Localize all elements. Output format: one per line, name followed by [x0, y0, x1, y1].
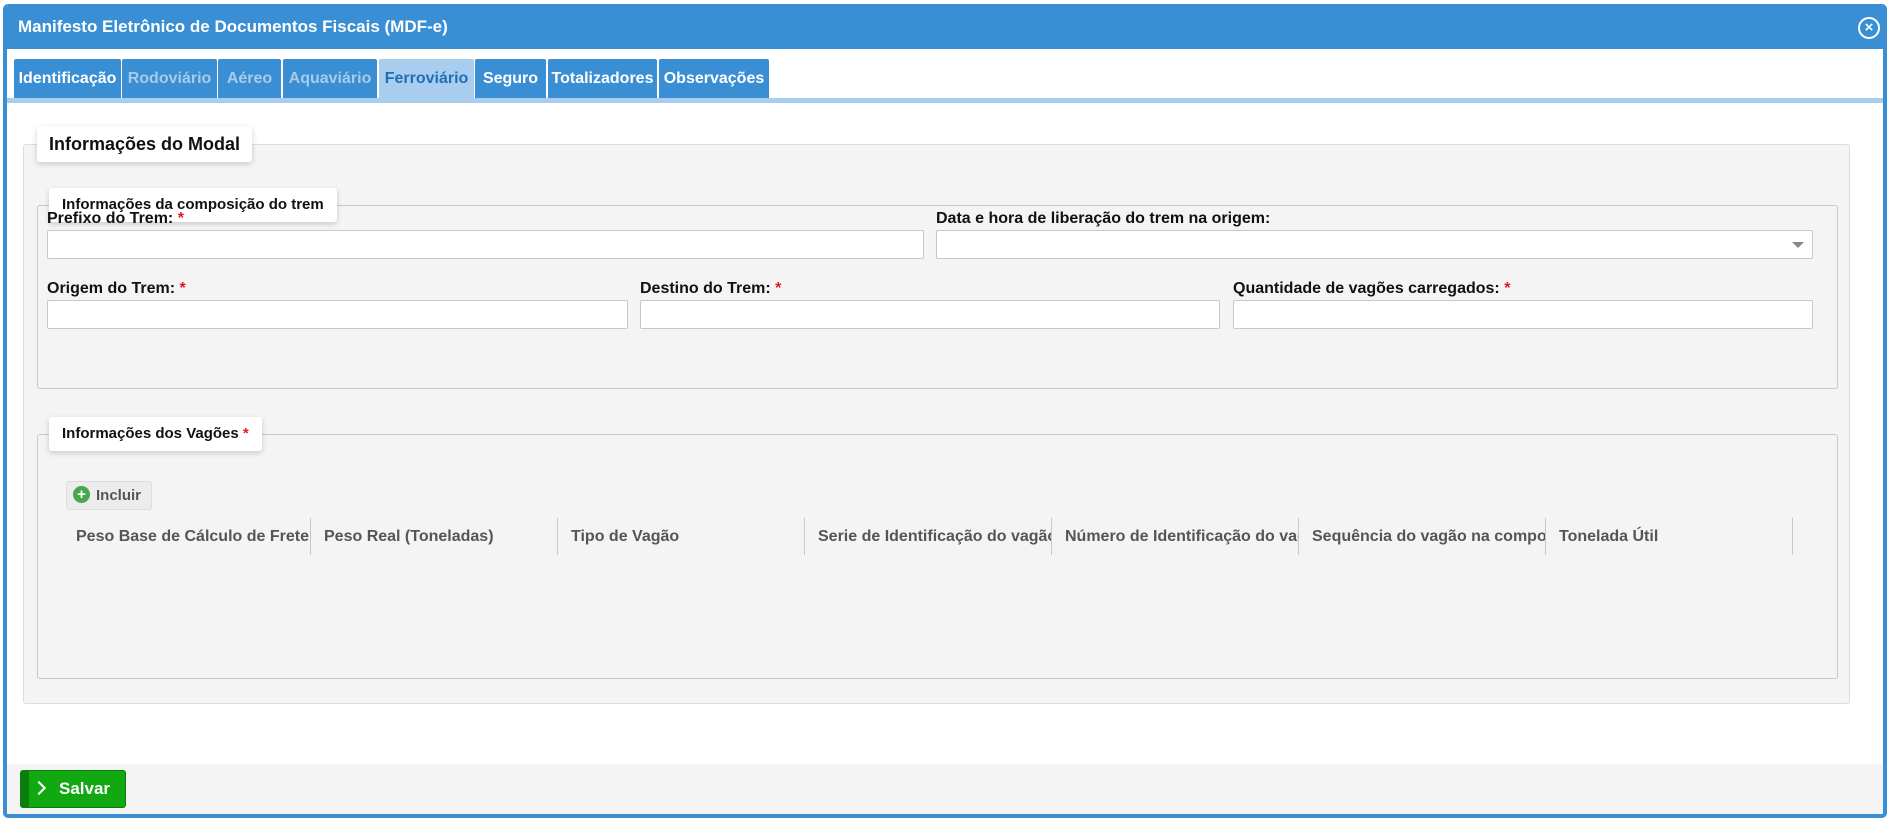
tab-totalizadores[interactable]: Totalizadores: [548, 59, 657, 98]
prefix-label: Prefixo do Trem: *: [47, 210, 184, 228]
wagons-legend: Informações dos Vagões *: [49, 417, 262, 451]
tab-observacoes[interactable]: Observações: [659, 59, 769, 98]
prefix-label-text: Prefixo do Trem:: [47, 210, 174, 227]
save-button[interactable]: Salvar: [20, 770, 126, 808]
wagon-count-input[interactable]: [1233, 300, 1813, 329]
add-wagon-label: Incluir: [96, 487, 142, 504]
prefix-input[interactable]: [47, 230, 924, 259]
wagons-fieldset: [37, 434, 1838, 679]
tab-aquaviario[interactable]: Aquaviário: [283, 59, 377, 98]
tab-rodoviario[interactable]: Rodoviário: [122, 59, 217, 98]
required-mark: *: [179, 280, 186, 297]
modal-title: Manifesto Eletrônico de Documentos Fisca…: [18, 17, 448, 36]
close-icon[interactable]: ×: [1858, 17, 1880, 39]
column-header[interactable]: Serie de Identificação do vagão: [805, 518, 1052, 555]
column-header[interactable]: Sequência do vagão na composição: [1299, 518, 1546, 555]
wagon-count-label-text: Quantidade de vagões carregados:: [1233, 280, 1500, 297]
chevron-down-icon: [1792, 242, 1804, 248]
modal-footer: Salvar: [7, 764, 1883, 814]
column-header[interactable]: Tipo de Vagão: [558, 518, 805, 555]
origin-label: Origem do Trem: *: [47, 280, 186, 298]
wagons-grid-header: Peso Base de Cálculo de Frete Peso Real …: [63, 518, 1793, 555]
column-header[interactable]: Peso Base de Cálculo de Frete: [63, 518, 311, 555]
plus-circle-icon: +: [73, 486, 90, 504]
wagons-legend-text: Informações dos Vagões: [62, 425, 239, 442]
add-wagon-button[interactable]: + Incluir: [66, 481, 153, 510]
required-mark: *: [775, 280, 782, 297]
required-mark: *: [177, 210, 184, 227]
modal-info-legend: Informações do Modal: [37, 126, 253, 162]
destination-label-text: Destino do Trem:: [640, 280, 771, 297]
tab-ferroviario[interactable]: Ferroviário: [379, 59, 474, 103]
release-label: Data e hora de liberação do trem na orig…: [936, 210, 1271, 227]
mdfe-modal: Manifesto Eletrônico de Documentos Fisca…: [3, 4, 1887, 818]
column-header[interactable]: Tonelada Útil: [1546, 518, 1793, 555]
destination-input[interactable]: [640, 300, 1220, 329]
save-label: Salvar: [59, 779, 111, 798]
tab-content: Informações do Modal Informações da comp…: [7, 104, 1883, 764]
tab-bar: Identificação Rodoviário Aéreo Aquaviári…: [7, 49, 1883, 104]
modal-titlebar: Manifesto Eletrônico de Documentos Fisca…: [7, 4, 1883, 49]
origin-label-text: Origem do Trem:: [47, 280, 176, 297]
tab-seguro[interactable]: Seguro: [475, 59, 546, 98]
origin-input[interactable]: [47, 300, 628, 329]
column-header[interactable]: Peso Real (Toneladas): [311, 518, 558, 555]
column-header[interactable]: Número de Identificação do vagão: [1052, 518, 1299, 555]
tab-identificacao[interactable]: Identificação: [14, 59, 121, 98]
button-stripe: [21, 771, 29, 807]
tab-aereo[interactable]: Aéreo: [218, 59, 281, 98]
release-datetime-select[interactable]: [936, 230, 1813, 259]
destination-label: Destino do Trem: *: [640, 280, 781, 298]
wagon-count-label: Quantidade de vagões carregados: *: [1233, 280, 1510, 298]
required-mark: *: [1504, 280, 1511, 297]
required-mark: *: [242, 425, 249, 442]
chevron-right-icon: [31, 780, 47, 796]
